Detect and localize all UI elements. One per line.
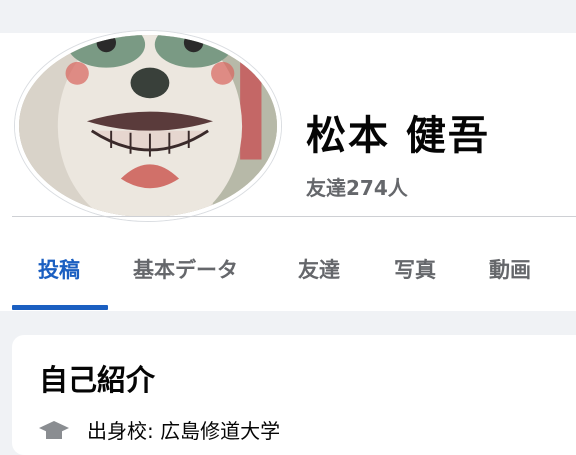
avatar-face-icon [19, 35, 277, 217]
intro-title: 自己紹介 [39, 363, 156, 397]
intro-education-row: 出身校: 広島修道大学 [39, 415, 576, 445]
graduation-cap-icon [39, 421, 69, 441]
tab-videos[interactable]: 動画 [489, 254, 531, 284]
profile-avatar[interactable] [15, 31, 281, 221]
tab-posts[interactable]: 投稿 [38, 254, 80, 284]
intro-card: 自己紹介 出身校: 広島修道大学 [12, 335, 576, 455]
tab-about[interactable]: 基本データ [133, 254, 238, 284]
profile-tabs: 投稿 基本データ 友達 写真 動画 [12, 218, 576, 311]
tab-photos[interactable]: 写真 [394, 254, 436, 284]
active-tab-indicator [12, 305, 108, 310]
tab-friends[interactable]: 友達 [298, 254, 340, 284]
profile-name: 松本 健吾 [306, 113, 490, 159]
profile-header: 松本 健吾 友達274人 投稿 基本データ 友達 写真 動画 [0, 31, 576, 311]
header-divider [12, 216, 576, 217]
friends-count[interactable]: 友達274人 [306, 172, 408, 201]
